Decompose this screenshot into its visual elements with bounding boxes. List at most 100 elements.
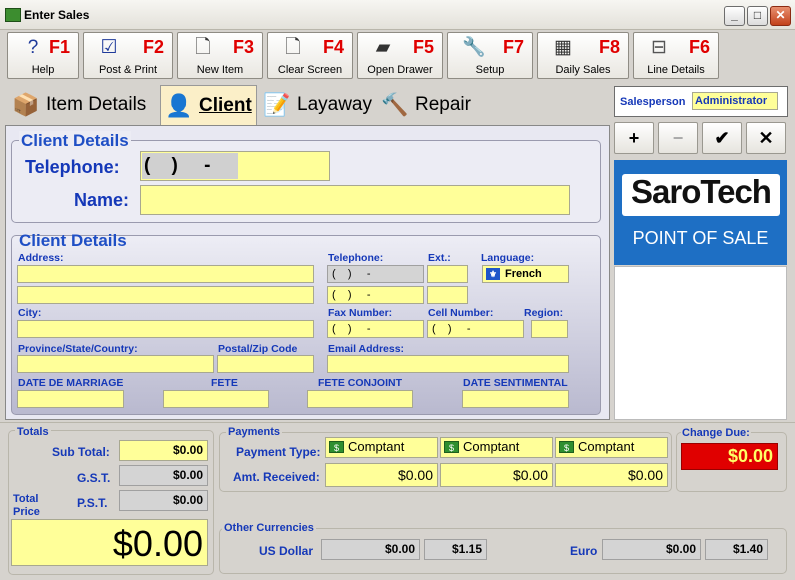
close-button[interactable]: ✕ bbox=[770, 6, 791, 26]
amount-received-1[interactable]: $0.00 bbox=[325, 463, 438, 487]
fete-label: FETE bbox=[211, 377, 238, 389]
cell-input[interactable]: ( ) - bbox=[427, 320, 524, 338]
payment-type-1[interactable]: $ Comptant bbox=[325, 437, 438, 458]
line-details-label: Line Details bbox=[647, 64, 705, 76]
setup-icon: 🔧 bbox=[462, 37, 486, 58]
confirm-button[interactable]: ✔ bbox=[702, 122, 742, 154]
date-marriage-input[interactable] bbox=[17, 390, 124, 408]
cash-icon: $ bbox=[329, 441, 344, 453]
post-print-label: Post & Print bbox=[98, 64, 158, 76]
total-price-label: Total Price bbox=[13, 493, 40, 518]
detail-telephone-input[interactable]: ( ) - bbox=[327, 265, 424, 283]
fete-input[interactable] bbox=[163, 390, 269, 408]
post-print-key: F2 bbox=[142, 37, 164, 57]
line-details-button[interactable]: ⊟ F6 Line Details bbox=[633, 32, 719, 79]
subtotal-label: Sub Total: bbox=[52, 445, 110, 459]
address-line2-input[interactable] bbox=[17, 286, 314, 304]
payment-type-3[interactable]: $ Comptant bbox=[555, 437, 668, 458]
language-value: French bbox=[505, 268, 542, 280]
cell-label: Cell Number: bbox=[428, 307, 494, 319]
usd-label: US Dollar bbox=[259, 544, 314, 558]
tab-layaway-label: Layaway bbox=[297, 94, 372, 115]
daily-sales-icon: ▦ bbox=[554, 37, 572, 58]
fax-label: Fax Number: bbox=[328, 307, 393, 319]
name-label: Name: bbox=[74, 190, 130, 210]
currencies-title: Other Currencies bbox=[222, 522, 316, 534]
salesperson-select[interactable]: Administrator bbox=[692, 92, 778, 110]
eur-rate: $1.40 bbox=[705, 539, 768, 560]
daily-sales-label: Daily Sales bbox=[555, 64, 611, 76]
cancel-button[interactable]: ✕ bbox=[746, 122, 786, 154]
clear-screen-icon: 🗋 bbox=[285, 37, 301, 58]
gst-value: $0.00 bbox=[119, 465, 208, 486]
salesperson-box: Salesperson Administrator bbox=[614, 86, 788, 117]
new-item-button[interactable]: 🗋 F3 New Item bbox=[177, 32, 263, 79]
ext-label: Ext.: bbox=[428, 252, 451, 264]
amount-received-3[interactable]: $0.00 bbox=[555, 463, 668, 487]
hammer-icon: 🔨 bbox=[381, 92, 409, 117]
city-label: City: bbox=[18, 307, 42, 319]
help-button[interactable]: ? F1 Help bbox=[7, 32, 79, 79]
add-button[interactable]: + bbox=[614, 122, 654, 154]
logo-brand: SaroTech bbox=[631, 173, 772, 210]
minimize-button[interactable]: _ bbox=[724, 6, 745, 26]
salesperson-label: Salesperson bbox=[620, 96, 686, 108]
tab-layaway[interactable]: 📝 Layaway bbox=[259, 85, 375, 125]
help-label: Help bbox=[31, 64, 55, 76]
pst-value: $0.00 bbox=[119, 490, 208, 511]
postal-input[interactable] bbox=[217, 355, 314, 373]
daily-sales-button[interactable]: ▦ F8 Daily Sales bbox=[537, 32, 629, 79]
payment-type-2[interactable]: $ Comptant bbox=[440, 437, 553, 458]
name-input[interactable] bbox=[140, 185, 570, 215]
title-bar: Enter Sales _ □ ✕ bbox=[0, 0, 795, 30]
ext-input[interactable] bbox=[427, 265, 468, 283]
client-details-title: Client Details bbox=[19, 231, 127, 250]
date-sentimental-label: DATE SENTIMENTAL bbox=[463, 377, 568, 389]
clear-screen-label: Clear Screen bbox=[277, 64, 343, 76]
payment-type-2-value: Comptant bbox=[463, 439, 520, 454]
address-line1-input[interactable] bbox=[17, 265, 314, 283]
language-select[interactable]: ⚜ French bbox=[482, 265, 569, 283]
fax-input[interactable]: ( ) - bbox=[327, 320, 424, 338]
clear-screen-button[interactable]: 🗋 F4 Clear Screen bbox=[267, 32, 353, 79]
line-details-area bbox=[614, 266, 787, 420]
eur-label: Euro bbox=[570, 544, 598, 558]
ext2-input[interactable] bbox=[427, 286, 468, 304]
tab-client-label: Client bbox=[199, 95, 252, 116]
line-details-icon: ⊟ bbox=[651, 37, 667, 58]
city-input[interactable] bbox=[17, 320, 314, 338]
box-icon: 📦 bbox=[12, 92, 40, 117]
new-item-key: F3 bbox=[232, 37, 254, 57]
email-input[interactable] bbox=[327, 355, 569, 373]
payment-type-1-value: Comptant bbox=[348, 439, 405, 454]
gst-label: G.S.T. bbox=[77, 471, 111, 485]
region-input[interactable] bbox=[531, 320, 568, 338]
telephone-label: Telephone: bbox=[25, 157, 120, 177]
new-item-label: New Item bbox=[196, 64, 244, 76]
remove-button[interactable]: − bbox=[658, 122, 698, 154]
tab-repair[interactable]: 🔨 Repair bbox=[377, 85, 487, 125]
post-print-button[interactable]: ☑ F2 Post & Print bbox=[83, 32, 173, 79]
language-label: Language: bbox=[481, 252, 535, 264]
setup-label: Setup bbox=[475, 64, 505, 76]
open-drawer-icon: ▰ bbox=[375, 37, 391, 58]
fete-conjoint-label: FETE CONJOINT bbox=[318, 377, 403, 389]
maximize-button[interactable]: □ bbox=[747, 6, 768, 26]
eur-amount: $0.00 bbox=[602, 539, 701, 560]
setup-button[interactable]: 🔧 F7 Setup bbox=[447, 32, 533, 79]
province-input[interactable] bbox=[17, 355, 214, 373]
tab-item-details[interactable]: 📦 Item Details bbox=[8, 85, 158, 125]
new-item-icon: 🗋 bbox=[195, 37, 211, 58]
totals-title: Totals bbox=[15, 426, 51, 438]
detail-telephone2-input[interactable]: ( ) - bbox=[327, 286, 424, 304]
amount-received-2[interactable]: $0.00 bbox=[440, 463, 553, 487]
telephone-input[interactable]: ( ) - bbox=[140, 151, 330, 181]
open-drawer-button[interactable]: ▰ F5 Open Drawer bbox=[357, 32, 443, 79]
daily-sales-key: F8 bbox=[598, 37, 620, 57]
fete-conjoint-input[interactable] bbox=[307, 390, 413, 408]
tab-client[interactable]: 👤 Client bbox=[160, 85, 257, 125]
client-lookup-title: Client Details bbox=[19, 131, 131, 151]
date-sentimental-input[interactable] bbox=[462, 390, 569, 408]
amount-received-label: Amt. Received: bbox=[233, 470, 320, 484]
change-due-label: Change Due: bbox=[681, 427, 751, 439]
